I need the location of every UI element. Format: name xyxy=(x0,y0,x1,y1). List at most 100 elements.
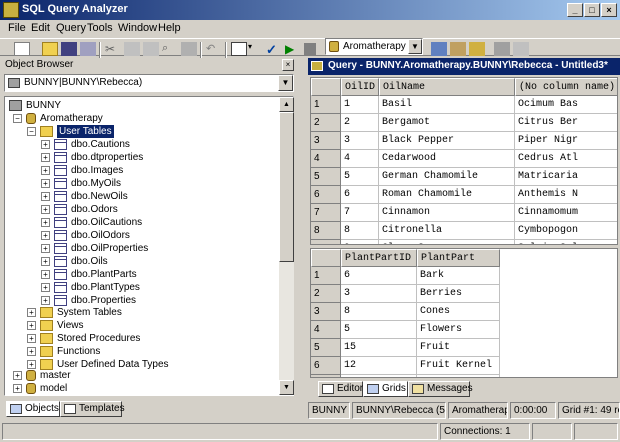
expand-icon[interactable]: + xyxy=(41,231,50,240)
new-query-icon[interactable] xyxy=(14,42,30,56)
search-object-icon[interactable] xyxy=(469,42,485,56)
table-icon xyxy=(54,178,67,189)
object-tree: BUNNY − Aromatherapy − User Tables + dbo.… xyxy=(4,96,294,396)
cancel-execution-icon[interactable] xyxy=(304,43,316,55)
insert-template-icon[interactable] xyxy=(80,42,96,56)
cut-icon[interactable]: ✂ xyxy=(105,42,121,56)
tree-scrollbar[interactable]: ▲ ▼ xyxy=(279,97,294,395)
close-icon[interactable]: × xyxy=(282,59,294,71)
expand-icon[interactable]: + xyxy=(41,179,50,188)
expand-icon[interactable]: + xyxy=(27,321,36,330)
expand-icon[interactable]: + xyxy=(13,384,22,393)
object-browser-icon[interactable] xyxy=(450,42,466,56)
tree-label: model xyxy=(40,383,68,394)
expand-icon[interactable]: + xyxy=(27,347,36,356)
grid-cell: 2 xyxy=(341,114,379,132)
grid-cell: 8 xyxy=(341,303,417,321)
expand-icon[interactable]: + xyxy=(27,308,36,317)
chevron-down-icon[interactable]: ▼ xyxy=(278,75,293,91)
menu-file[interactable]: File xyxy=(8,22,26,34)
status-panel-empty xyxy=(532,423,572,440)
tree-label: dbo.PlantTypes xyxy=(71,282,140,293)
menu-edit[interactable]: Edit xyxy=(31,22,50,34)
object-browser-title: Object Browser xyxy=(5,59,74,70)
menu-window[interactable]: Window xyxy=(118,22,157,34)
expand-icon[interactable]: + xyxy=(41,283,50,292)
menu-query[interactable]: Query xyxy=(56,22,86,34)
grid-cell: Citronella xyxy=(379,222,515,240)
splitter[interactable] xyxy=(298,58,306,420)
title-bar: SQL Query Analyzer _ □ × xyxy=(0,0,620,20)
table-icon xyxy=(54,191,67,202)
database-icon xyxy=(26,383,36,394)
chevron-down-icon[interactable]: ▼ xyxy=(408,39,422,54)
expand-icon[interactable]: + xyxy=(41,270,50,279)
expand-icon[interactable]: + xyxy=(27,360,36,369)
results-grid-plantparts[interactable]: PlantPartID PlantPart 1 6 Bark 2 3 Berries 3 8 Con… xyxy=(310,248,618,378)
close-button[interactable]: × xyxy=(601,3,617,17)
tab-objects[interactable]: Objects xyxy=(6,401,60,417)
tab-editor[interactable]: Editor xyxy=(318,381,363,397)
tab-templates[interactable]: Templates xyxy=(60,401,125,417)
database-select[interactable]: Aromatherapy ▼ xyxy=(325,38,423,55)
tree-label: dbo.OilCautions xyxy=(71,217,143,228)
tree-label: Aromatherapy xyxy=(40,113,103,124)
clear-icon[interactable] xyxy=(181,42,197,56)
tab-grids[interactable]: Grids xyxy=(363,381,408,397)
tree-label: dbo.Oils xyxy=(71,256,108,267)
properties-icon[interactable] xyxy=(513,42,529,56)
tree-label: User Tables xyxy=(57,125,114,138)
results-grid-icon[interactable] xyxy=(231,42,247,56)
scroll-thumb[interactable] xyxy=(279,112,294,262)
database-icon xyxy=(26,113,36,124)
objects-icon xyxy=(10,404,22,414)
menu-help[interactable]: Help xyxy=(158,22,181,34)
server-select[interactable]: BUNNY|BUNNY\Rebecca) ▼ xyxy=(4,74,294,92)
expand-icon[interactable]: + xyxy=(13,371,22,380)
tree-label: Views xyxy=(57,320,84,331)
expand-icon[interactable]: + xyxy=(41,166,50,175)
chevron-down-icon[interactable]: ▾ xyxy=(248,42,264,56)
current-connection-icon[interactable] xyxy=(494,42,510,56)
scroll-up-icon[interactable]: ▲ xyxy=(279,97,294,112)
expand-icon[interactable]: + xyxy=(41,296,50,305)
tab-messages[interactable]: Messages xyxy=(408,381,473,397)
maximize-button[interactable]: □ xyxy=(584,3,600,17)
paste-icon[interactable] xyxy=(143,42,159,56)
expand-icon[interactable]: + xyxy=(41,192,50,201)
scroll-down-icon[interactable]: ▼ xyxy=(279,380,294,395)
menu-tools[interactable]: Tools xyxy=(87,22,113,34)
status-main xyxy=(2,423,438,440)
find-icon[interactable]: ⌕ xyxy=(162,42,178,56)
grid-cell: Cinnamomum xyxy=(515,204,617,222)
minimize-button[interactable]: _ xyxy=(567,3,583,17)
expand-icon[interactable]: + xyxy=(27,334,36,343)
show-plan-icon[interactable] xyxy=(431,42,447,56)
table-icon xyxy=(54,269,67,280)
status-time: 0:00:00 xyxy=(510,402,556,419)
row-number: 6 xyxy=(311,357,341,375)
grid-cell: Cinnamon xyxy=(379,204,515,222)
execute-icon[interactable]: ▶ xyxy=(285,42,301,56)
tree-label: dbo.OilProperties xyxy=(71,243,149,254)
expand-icon[interactable]: + xyxy=(41,153,50,162)
copy-icon[interactable] xyxy=(124,42,140,56)
parse-check-icon[interactable]: ✓ xyxy=(266,42,282,57)
collapse-icon[interactable]: − xyxy=(13,114,22,123)
save-icon[interactable] xyxy=(61,42,77,56)
grid-icon xyxy=(367,384,379,394)
collapse-icon[interactable]: − xyxy=(27,127,36,136)
undo-icon[interactable]: ↶ xyxy=(206,42,222,56)
expand-icon[interactable]: + xyxy=(41,244,50,253)
status-grid: Grid #1: 49 rows xyxy=(558,402,620,419)
expand-icon[interactable]: + xyxy=(41,205,50,214)
tab-label: Editor xyxy=(337,383,364,394)
expand-icon[interactable]: + xyxy=(41,140,50,149)
open-icon[interactable] xyxy=(42,42,58,56)
row-number: 7 xyxy=(311,375,341,377)
results-grid-oils[interactable]: OilID OilName (No column name) 1 1 Basil Ocimu… xyxy=(310,77,618,245)
expand-icon[interactable]: + xyxy=(41,257,50,266)
status-panel-empty xyxy=(574,423,618,440)
database-icon xyxy=(26,370,36,381)
expand-icon[interactable]: + xyxy=(41,218,50,227)
